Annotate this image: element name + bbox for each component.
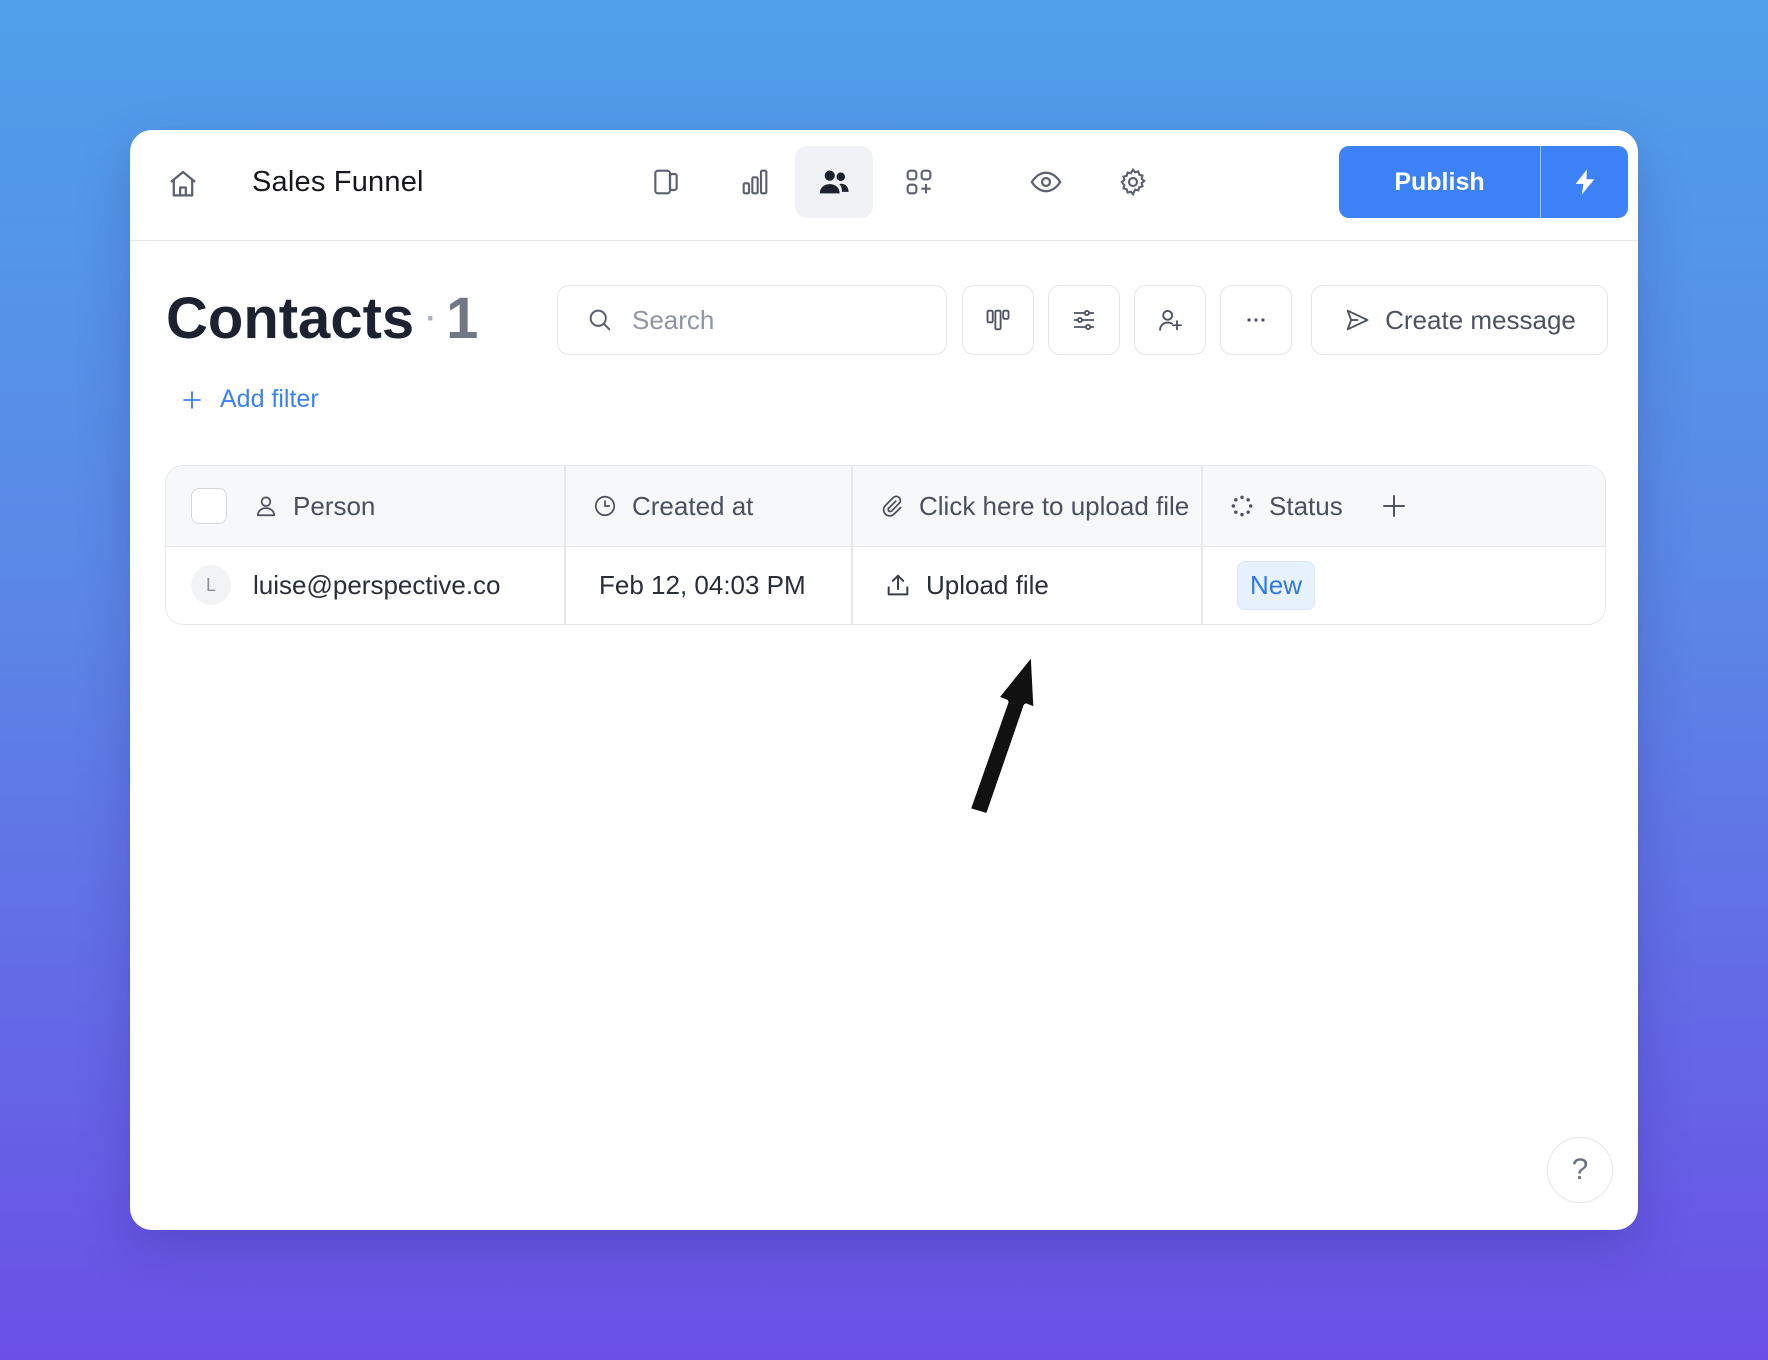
contacts-table: Person Created at Click here to upload f… [165, 465, 1606, 625]
paperclip-icon [882, 495, 902, 517]
column-divider [1201, 466, 1203, 624]
add-column-button[interactable] [1379, 466, 1409, 546]
column-divider [564, 466, 566, 624]
clock-icon [594, 495, 616, 517]
help-button[interactable]: ? [1547, 1137, 1613, 1203]
search-box[interactable] [557, 285, 947, 355]
status-badge: New [1237, 560, 1316, 610]
more-options-button[interactable] [1220, 285, 1292, 355]
kanban-icon [986, 309, 1010, 331]
home-button[interactable] [160, 161, 206, 207]
settings-button[interactable] [1094, 146, 1172, 218]
column-upload-label: Click here to upload file [919, 490, 1190, 521]
select-all-checkbox[interactable] [191, 488, 227, 524]
publish-group: Publish [1339, 146, 1628, 218]
app-title: Sales Funnel [252, 166, 424, 198]
add-filter-button[interactable]: Add filter [180, 385, 319, 414]
create-message-label: Create message [1385, 304, 1576, 335]
filters-button[interactable] [1048, 285, 1120, 355]
person-cell[interactable]: L luise@perspective.co [191, 546, 501, 624]
title-separator: · [426, 302, 437, 335]
plus-icon [183, 390, 201, 409]
apps-add-icon [906, 169, 932, 195]
loader-icon [1231, 495, 1253, 517]
nav-contacts-button[interactable] [795, 146, 873, 218]
gear-icon [1120, 167, 1146, 197]
avatar: L [191, 565, 231, 605]
annotation-arrow-icon [965, 649, 1039, 819]
user-plus-icon [1159, 309, 1183, 331]
status-fade [1466, 466, 1526, 546]
nav-analytics-button[interactable] [716, 146, 794, 218]
eye-icon [1030, 171, 1062, 193]
column-divider [851, 466, 853, 624]
person-email: luise@perspective.co [253, 569, 501, 600]
table-row[interactable]: L luise@perspective.co Feb 12, 04:03 PM … [166, 546, 1605, 624]
plus-icon [1383, 495, 1405, 517]
nav-apps-button[interactable] [880, 146, 958, 218]
table-header: Person Created at Click here to upload f… [166, 466, 1605, 547]
column-person-label: Person [293, 490, 376, 521]
header-status[interactable]: Status [1229, 466, 1343, 546]
created-at-cell: Feb 12, 04:03 PM [599, 546, 806, 624]
column-status-label: Status [1269, 490, 1343, 521]
search-icon [586, 306, 614, 334]
upload-icon [887, 574, 909, 596]
app-window: Sales Funnel Publish Contacts · 1 Search… [130, 130, 1638, 1230]
ellipsis-icon [1247, 318, 1265, 322]
lightning-icon [1575, 169, 1594, 195]
header-upload[interactable]: Click here to upload file [879, 466, 1189, 546]
send-icon [1346, 309, 1369, 331]
page-title: Contacts · 1 [166, 285, 478, 352]
status-cell[interactable]: New [1237, 546, 1316, 624]
sliders-icon [1073, 309, 1095, 331]
top-bar: Sales Funnel Publish [130, 130, 1638, 241]
upload-file-button[interactable]: Upload file [884, 546, 1049, 624]
nav-panel-button[interactable] [627, 146, 705, 218]
person-icon [257, 496, 275, 517]
create-message-button[interactable]: Create message [1311, 285, 1608, 355]
users-icon [819, 170, 849, 194]
upload-file-label: Upload file [926, 569, 1049, 600]
search-input[interactable] [630, 303, 894, 337]
preview-button[interactable] [1007, 146, 1085, 218]
bar-chart-icon [742, 169, 768, 195]
header-person: Person [191, 466, 375, 546]
page-title-text: Contacts [166, 286, 415, 351]
home-icon [170, 170, 196, 197]
add-contact-button[interactable] [1134, 285, 1206, 355]
header-created-at[interactable]: Created at [592, 466, 753, 546]
column-created-label: Created at [632, 490, 754, 521]
quick-publish-button[interactable] [1541, 146, 1628, 218]
publish-button[interactable]: Publish [1339, 146, 1541, 218]
kanban-view-button[interactable] [962, 285, 1034, 355]
sidebar-panel-icon [654, 169, 678, 195]
contacts-count: 1 [446, 286, 479, 351]
created-at-value: Feb 12, 04:03 PM [599, 569, 806, 600]
add-filter-label: Add filter [220, 385, 319, 413]
